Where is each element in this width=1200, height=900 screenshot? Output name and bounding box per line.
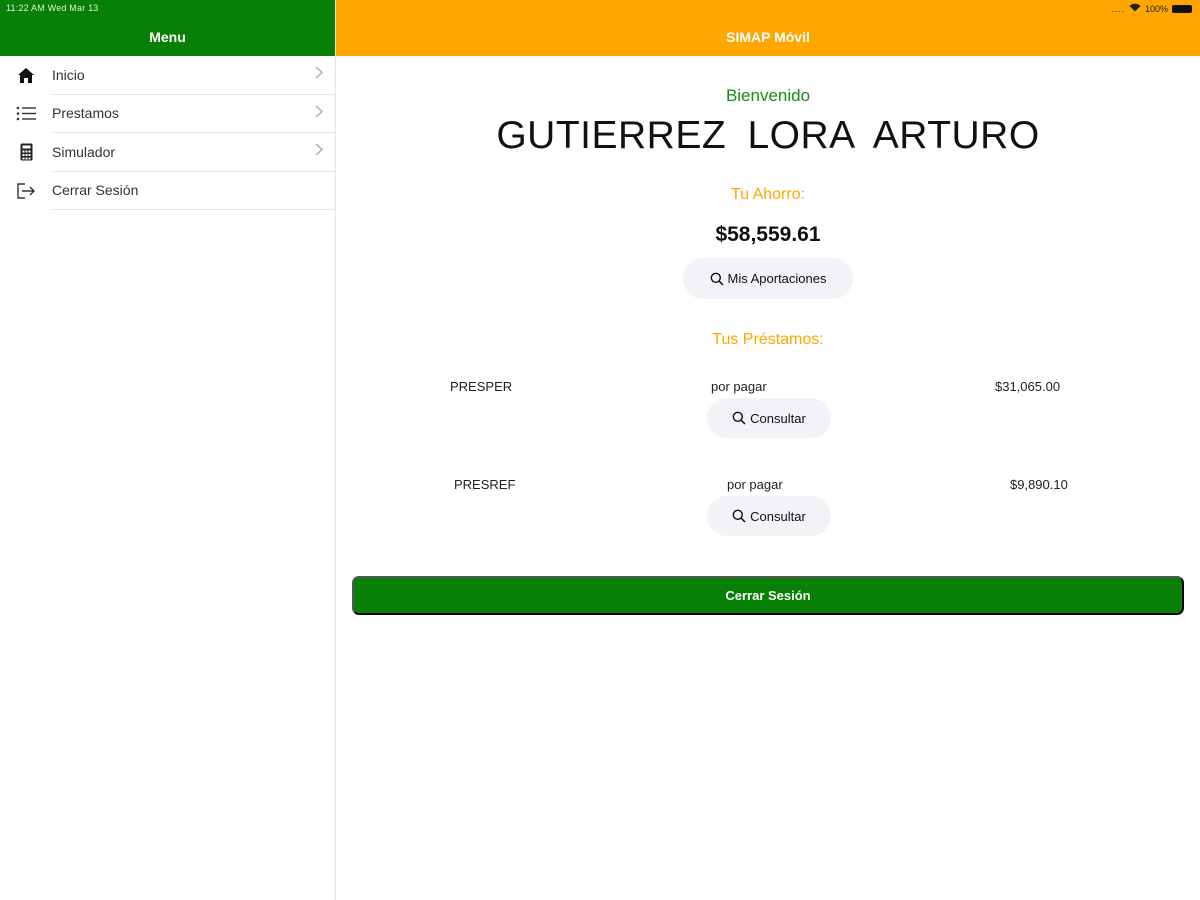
status-indicators: .... 100%	[1111, 3, 1192, 14]
consult-button-label: Consultar	[750, 508, 806, 524]
contributions-button-label: Mis Aportaciones	[727, 271, 827, 286]
search-icon	[732, 411, 746, 425]
sidebar-item-label: Prestamos	[52, 95, 335, 133]
user-name: GUTIERREZ LORA ARTURO	[496, 114, 1040, 157]
loan-amount: $9,890.10	[1010, 477, 1068, 492]
sidebar-item-label: Simulador	[52, 133, 335, 172]
loan-status: por pagar	[711, 379, 767, 394]
loan-name: PRESREF	[454, 477, 516, 492]
sidebar-title: Menu	[149, 29, 186, 45]
sidebar-item-cerrar-sesion[interactable]: Cerrar Sesión	[0, 172, 335, 210]
consult-button[interactable]: Consultar	[707, 496, 831, 536]
chevron-right-icon	[315, 105, 324, 123]
sidebar-item-inicio[interactable]: Inicio	[0, 56, 335, 95]
app: 11:22 AM Wed Mar 13 Menu Inicio Prestamo…	[0, 0, 1200, 900]
sidebar-item-label: Inicio	[52, 56, 335, 95]
main-header: .... 100% SIMAP Móvil	[336, 0, 1200, 56]
main-content: Bienvenido GUTIERREZ LORA ARTURO Tu Ahor…	[336, 56, 1200, 900]
loan-amount: $31,065.00	[995, 379, 1061, 394]
calculator-icon	[0, 143, 52, 161]
savings-label: Tu Ahorro:	[730, 186, 806, 203]
menu-list: Inicio Prestamos Simulador Cerrar Sesión	[0, 56, 335, 210]
page-title: SIMAP Móvil	[726, 29, 810, 45]
battery-percent: 100%	[1144, 3, 1168, 14]
contributions-button[interactable]: Mis Aportaciones	[683, 258, 853, 299]
search-icon	[732, 509, 746, 523]
home-icon	[0, 67, 52, 84]
signal-indicator: ....	[1110, 3, 1125, 14]
savings-value: $58,559.61	[715, 223, 821, 246]
sidebar-header: 11:22 AM Wed Mar 13 Menu	[0, 0, 335, 56]
status-time-date: 11:22 AM Wed Mar 13	[6, 3, 99, 13]
sidebar-item-prestamos[interactable]: Prestamos	[0, 95, 335, 133]
consult-button-label: Consultar	[750, 410, 806, 426]
welcome-text: Bienvenido	[725, 86, 811, 105]
loans-label: Tus Préstamos:	[712, 331, 824, 348]
sidebar-item-simulador[interactable]: Simulador	[0, 133, 335, 172]
chevron-right-icon	[315, 143, 324, 161]
battery-icon	[1172, 4, 1192, 13]
loan-status: por pagar	[727, 477, 783, 492]
list-icon	[0, 106, 52, 121]
logout-button[interactable]: Cerrar Sesión	[352, 576, 1184, 615]
wifi-icon	[1129, 3, 1141, 14]
consult-button[interactable]: Consultar	[707, 398, 831, 438]
chevron-right-icon	[315, 66, 324, 84]
search-icon	[710, 272, 724, 286]
loan-name: PRESPER	[450, 379, 513, 394]
sidebar: 11:22 AM Wed Mar 13 Menu Inicio Prestamo…	[0, 0, 336, 900]
logout-icon	[0, 183, 52, 199]
sidebar-item-label: Cerrar Sesión	[52, 172, 335, 210]
